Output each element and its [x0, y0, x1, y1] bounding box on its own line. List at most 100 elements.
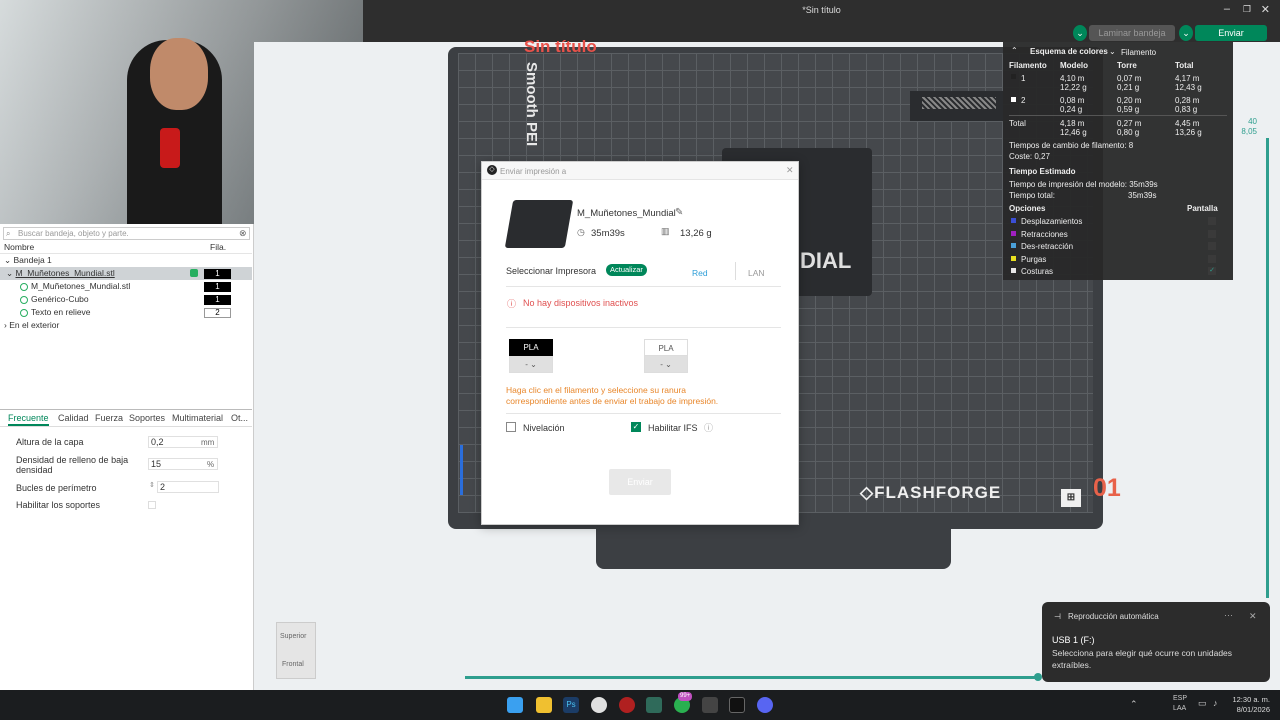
- close-icon[interactable]: ✕: [1261, 3, 1270, 16]
- restore-icon[interactable]: ❐: [1243, 4, 1251, 15]
- clock-time[interactable]: 12:30 a. m.: [1230, 695, 1270, 704]
- layer-slider[interactable]: [1266, 138, 1269, 598]
- tree-row-part[interactable]: Texto en relieve 2: [0, 306, 252, 319]
- collapse-icon[interactable]: ⌃: [1011, 46, 1018, 55]
- chrome-icon[interactable]: [591, 697, 607, 713]
- build-plate-base: [596, 529, 951, 569]
- visible-check-icon[interactable]: [190, 269, 198, 277]
- autoplay-notification[interactable]: ⊣ Reproducción automática ··· ✕ USB 1 (F…: [1042, 602, 1270, 682]
- clear-search-icon[interactable]: ⊗: [239, 228, 247, 239]
- refresh-button[interactable]: Actualizar: [606, 264, 647, 276]
- option-swatch: [1011, 231, 1016, 236]
- divider: [506, 413, 781, 414]
- filament-chip-2[interactable]: PLA - ⌄: [644, 339, 688, 375]
- chevron-down-icon: ⌄: [530, 360, 537, 369]
- total-time: 35m39s: [1128, 191, 1157, 200]
- filament-slot[interactable]: 1: [204, 282, 231, 292]
- total-time-label: Tiempo total:: [1009, 191, 1055, 200]
- send-options-icon[interactable]: ⌄: [1179, 25, 1193, 41]
- photoshop-icon[interactable]: Ps: [563, 697, 579, 713]
- filament-slot[interactable]: 1: [204, 269, 231, 279]
- option-checkbox[interactable]: [1208, 255, 1216, 263]
- tab-otros[interactable]: Ot...: [231, 413, 248, 423]
- col-modelo: Modelo: [1060, 61, 1088, 70]
- option-label: Retracciones: [1021, 230, 1068, 239]
- supports-checkbox[interactable]: [148, 501, 156, 509]
- edit-name-icon[interactable]: ✎: [675, 207, 683, 218]
- app-logo-icon: ◇: [487, 165, 497, 175]
- tab-frecuente[interactable]: Frecuente: [8, 413, 49, 426]
- help-icon[interactable]: ⓘ: [704, 421, 713, 434]
- divider: [735, 262, 736, 280]
- flashforge-icon[interactable]: [729, 697, 745, 713]
- chip-slot[interactable]: - ⌄: [509, 356, 553, 373]
- chip-slot[interactable]: - ⌄: [644, 356, 688, 373]
- toast-close-icon[interactable]: ✕: [1249, 611, 1257, 622]
- modelo-m: 0,08 m: [1060, 96, 1085, 105]
- tray-chevron-icon[interactable]: ⌃: [1130, 699, 1138, 710]
- app-icon[interactable]: [646, 697, 662, 713]
- tree-row-object[interactable]: ⌄ M_Muñetones_Mundial.stl 1: [0, 267, 252, 280]
- discord-icon[interactable]: [757, 697, 773, 713]
- option-checkbox-checked[interactable]: ✓: [1208, 267, 1216, 275]
- move-slider[interactable]: [465, 676, 1039, 679]
- network-icon[interactable]: ▭: [1198, 698, 1207, 709]
- option-checkbox[interactable]: [1208, 242, 1216, 250]
- slice-options-icon[interactable]: ⌄: [1073, 25, 1087, 41]
- stepper-icon[interactable]: ⇕: [149, 481, 155, 489]
- select-printer-label: Seleccionar Impresora: [506, 266, 597, 276]
- tab-calidad[interactable]: Calidad: [58, 413, 89, 423]
- tab-lan[interactable]: LAN: [748, 268, 765, 278]
- more-icon[interactable]: ···: [1224, 610, 1233, 620]
- language-layout[interactable]: LAA: [1173, 705, 1186, 712]
- part-icon: [20, 282, 28, 291]
- send-dialog-button[interactable]: Enviar: [609, 469, 671, 495]
- error-icon: ⓘ: [507, 299, 517, 309]
- scheme-mode-select[interactable]: Filamento: [1121, 48, 1156, 57]
- chip-label: PLA: [644, 339, 688, 356]
- scheme-dropdown-icon[interactable]: ⌄: [1109, 47, 1116, 56]
- tab-multimaterial[interactable]: Multimaterial: [172, 413, 223, 423]
- walls-input[interactable]: 2: [157, 481, 219, 493]
- tree-row-bandeja[interactable]: ⌄ Bandeja 1: [0, 254, 252, 267]
- tree-row-part[interactable]: Genérico-Cubo 1: [0, 293, 252, 306]
- tab-red[interactable]: Red: [692, 268, 708, 278]
- view-cube-top[interactable]: Superior: [280, 633, 306, 640]
- text-object[interactable]: [910, 91, 1003, 121]
- windows-start-icon[interactable]: [507, 697, 523, 713]
- language[interactable]: ESP: [1173, 695, 1187, 702]
- filament-slot[interactable]: 1: [204, 295, 231, 305]
- tree-row-exterior[interactable]: › En el exterior: [0, 319, 252, 332]
- tab-fuerza[interactable]: Fuerza: [95, 413, 123, 423]
- option-checkbox[interactable]: [1208, 217, 1216, 225]
- tab-soportes[interactable]: Soportes: [129, 413, 165, 423]
- view-cube[interactable]: Superior Frontal: [276, 622, 316, 679]
- clock-date[interactable]: 8/01/2026: [1230, 705, 1270, 714]
- volume-icon[interactable]: ♪: [1213, 698, 1218, 708]
- minimize-icon[interactable]: –: [1224, 3, 1230, 15]
- leveling-checkbox[interactable]: [506, 422, 516, 432]
- modelo-m: 4,10 m: [1060, 74, 1085, 83]
- filament-chip-1[interactable]: PLA - ⌄: [509, 339, 553, 375]
- app-icon[interactable]: [619, 697, 635, 713]
- object-search-input[interactable]: Buscar bandeja, objeto y parte.: [3, 227, 250, 240]
- option-checkbox[interactable]: [1208, 230, 1216, 238]
- view-cube-front[interactable]: Frontal: [282, 661, 304, 668]
- send-button[interactable]: Enviar: [1195, 25, 1267, 41]
- layer-top-value: 40: [1248, 117, 1257, 126]
- slice-plate-button[interactable]: Laminar bandeja: [1089, 25, 1175, 41]
- dialog-close-icon[interactable]: ✕: [786, 165, 794, 176]
- flashforge-logo-icon: ◇: [860, 483, 875, 502]
- tree-row-part[interactable]: M_Muñetones_Mundial.stl 1: [0, 280, 252, 293]
- walls-label: Bucles de perímetro: [16, 483, 97, 493]
- taskbar: Ps 99+ ⌃ ESP LAA ▭ ♪ 12:30 a. m. 8/01/20…: [0, 690, 1280, 720]
- ifs-checkbox[interactable]: ✓: [631, 422, 641, 432]
- leveling-label: Nivelación: [523, 423, 565, 433]
- file-explorer-icon[interactable]: [536, 697, 552, 713]
- torre-m: 0,27 m: [1117, 119, 1142, 128]
- move-slider-handle[interactable]: [1034, 673, 1042, 681]
- filament-slot[interactable]: 2: [204, 308, 231, 318]
- torre-g: 0,59 g: [1117, 105, 1140, 114]
- app-icon[interactable]: [702, 697, 718, 713]
- filament-id: 2: [1021, 96, 1026, 105]
